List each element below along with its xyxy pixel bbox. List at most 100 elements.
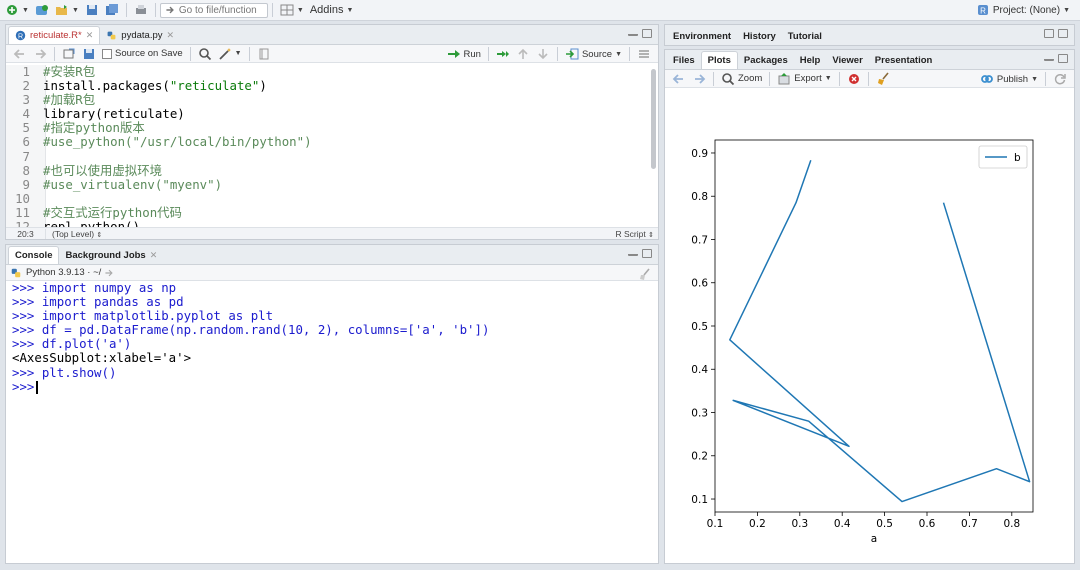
previous-plot-button[interactable] [669, 69, 689, 89]
back-button[interactable] [10, 44, 30, 64]
editor-toolbar-right: Run Source ▼ [444, 45, 654, 63]
line-number: 9 [6, 177, 38, 192]
tab-tutorial[interactable]: Tutorial [782, 27, 828, 45]
tab-pydata-py[interactable]: pydata.py ✕ [100, 26, 180, 44]
text-cursor [36, 380, 38, 394]
print-button[interactable] [131, 0, 151, 20]
tab-environment[interactable]: Environment [667, 27, 737, 45]
maximize-icon[interactable] [642, 29, 652, 38]
run-button[interactable]: Run [444, 44, 484, 64]
maximize-icon[interactable] [642, 249, 652, 258]
minimize-icon[interactable] [628, 29, 638, 36]
next-plot-button[interactable] [689, 69, 709, 89]
code-line[interactable]: 7 [6, 149, 652, 164]
filetype-selector[interactable]: R Script ⇕ [616, 229, 654, 239]
goto-dir-icon[interactable] [104, 268, 114, 278]
code-area[interactable]: 1 #安装R包 2 install.packages("reticulate") 3 #加… [6, 65, 652, 229]
remove-plot-button[interactable] [844, 69, 864, 89]
close-icon[interactable]: ✕ [150, 250, 158, 261]
console-input-line: >>> plt.show() [12, 365, 658, 380]
toolbar-divider [54, 46, 55, 61]
chevron-down-icon: ▼ [296, 6, 304, 14]
new-project-button[interactable] [32, 0, 52, 20]
maximize-icon[interactable] [1058, 54, 1068, 63]
chunk-up-button[interactable] [513, 44, 533, 64]
console-infobar: Python 3.9.13 · ~/ [6, 265, 658, 281]
close-icon[interactable]: ✕ [167, 30, 175, 41]
chunk-down-button[interactable] [533, 44, 553, 64]
open-file-button[interactable]: ▼ [52, 0, 82, 20]
save-all-button[interactable] [102, 0, 122, 20]
x-tick-label: 0.2 [749, 518, 766, 530]
code-line[interactable]: 9 #use_virtualenv("myenv") [6, 177, 652, 192]
tab-reticulate-r[interactable]: R reticulate.R* ✕ [8, 26, 101, 44]
tab-presentation[interactable]: Presentation [869, 51, 939, 69]
new-file-button[interactable]: ▼ [2, 0, 32, 20]
tab-console[interactable]: Console [8, 246, 60, 264]
tab-files[interactable]: Files [667, 51, 701, 69]
save-icon [86, 5, 97, 15]
save-button[interactable] [82, 0, 102, 20]
code-line[interactable]: 6 #use_python("/usr/local/bin/python") [6, 135, 652, 150]
console-output[interactable]: >>> import numpy as np >>> import pandas … [6, 280, 658, 394]
arrow-right-icon [36, 48, 47, 59]
search-icon [198, 47, 211, 60]
grid-icon [280, 4, 294, 16]
compile-report-button[interactable] [254, 44, 274, 64]
close-icon[interactable]: ✕ [86, 30, 94, 41]
code-line[interactable]: 4 library(reticulate) [6, 107, 652, 122]
tab-packages[interactable]: Packages [738, 51, 794, 69]
editor-scrollbar[interactable] [650, 65, 657, 229]
code-tools-button[interactable]: ▼ [215, 44, 245, 64]
outline-button[interactable] [634, 44, 654, 64]
code-line[interactable]: 10 [6, 191, 652, 206]
tab-history[interactable]: History [737, 27, 782, 45]
layout-grid-button[interactable]: ▼ [277, 0, 307, 20]
code-line[interactable]: 2 install.packages("reticulate") [6, 78, 652, 94]
scrollbar-thumb[interactable] [651, 69, 656, 169]
find-button[interactable] [195, 44, 215, 64]
restore-icon[interactable] [1044, 29, 1054, 38]
toolbar-divider [713, 71, 714, 86]
tab-plots[interactable]: Plots [700, 51, 738, 69]
forward-button[interactable] [30, 44, 50, 64]
broom-icon[interactable] [638, 267, 652, 281]
editor-save-button[interactable] [79, 44, 99, 64]
clear-plots-button[interactable] [873, 69, 893, 89]
scope-selector[interactable]: (Top Level) ⇕ [46, 229, 102, 239]
source-button[interactable]: Source ▼ [562, 44, 625, 64]
project-menu[interactable]: R Project: (None) ▼ [976, 3, 1070, 17]
line-number: 5 [6, 121, 38, 136]
tab-background-jobs[interactable]: Background Jobs ✕ [59, 246, 163, 264]
show-in-window-button[interactable] [59, 44, 79, 64]
goto-file-input[interactable]: Go to file/function [159, 2, 268, 18]
source-on-save-checkbox[interactable]: Source on Save [99, 44, 186, 64]
minimize-icon[interactable] [628, 249, 638, 256]
export-button[interactable]: Export ▼ [774, 69, 834, 89]
code-line[interactable]: 11 #交互式运行python代码 [6, 205, 652, 221]
line-number: 10 [6, 191, 38, 206]
code-line[interactable]: 5 #指定python版本 [6, 121, 652, 136]
tab-label: Tutorial [787, 30, 822, 42]
maximize-icon[interactable] [1058, 29, 1068, 38]
line-number: 2 [6, 78, 38, 94]
console-text: >>> [12, 378, 35, 394]
y-tick-label: 0.8 [691, 191, 708, 203]
code-line[interactable]: 3 #加载R包 [6, 93, 652, 108]
zoom-button[interactable]: Zoom [718, 69, 765, 89]
tab-viewer[interactable]: Viewer [826, 51, 868, 69]
rerun-button[interactable] [493, 44, 513, 64]
addins-menu[interactable]: Addins ▼ [307, 0, 357, 20]
code-line[interactable]: 8 #也可以使用虚拟环境 [6, 163, 652, 178]
arrow-right-icon [695, 73, 706, 84]
popout-icon [63, 48, 75, 58]
checkbox-icon [102, 48, 112, 59]
refresh-plot-button[interactable] [1050, 69, 1070, 89]
publish-button[interactable]: Publish ▼ [977, 69, 1041, 89]
broom-icon [877, 71, 889, 85]
code-line[interactable]: 1 #安装R包 [6, 65, 652, 80]
tab-help[interactable]: Help [794, 51, 827, 69]
magic-wand-icon [218, 47, 231, 60]
minimize-icon[interactable] [1044, 54, 1054, 61]
toolbar-divider [769, 71, 771, 86]
